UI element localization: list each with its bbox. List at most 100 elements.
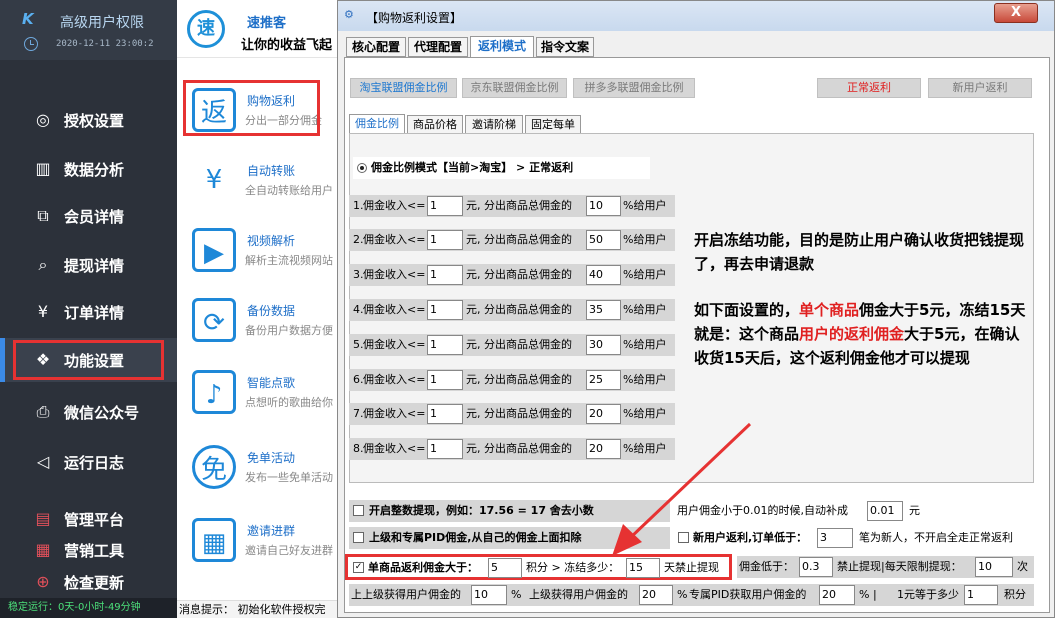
pid-deduct-option[interactable]: 上级和专属PID佣金,从自己的佣金上面扣除 bbox=[349, 527, 670, 549]
feature-transfer[interactable]: ¥ 自动转账 全自动转账给用户 bbox=[177, 150, 342, 220]
tier-row: 8. 佣金收入<= 1 元, 分出商品总佣金的 20 %给用户 bbox=[349, 438, 675, 460]
receipt-icon: ¥ bbox=[37, 302, 49, 321]
tier-label: 佣金收入<= bbox=[363, 233, 426, 246]
dialog-title: 【购物返利设置】 bbox=[366, 11, 463, 25]
sidebar-item-logs[interactable]: ◁ 运行日志 bbox=[0, 440, 177, 484]
new-user-rebate-button[interactable]: 新用户返利 bbox=[928, 78, 1032, 98]
taobao-ratio-button[interactable]: 淘宝联盟佣金比例 bbox=[350, 78, 457, 98]
subtab-commission-ratio[interactable]: 佣金比例 bbox=[349, 114, 405, 134]
tier-mid: 元, 分出商品总佣金的 bbox=[466, 199, 572, 212]
tab-rebate-mode[interactable]: 返利模式 bbox=[470, 36, 534, 58]
app-logo-icon: K bbox=[22, 10, 34, 28]
tier-percent-input[interactable]: 35 bbox=[586, 300, 621, 320]
auto-fill-input[interactable]: 0.01 bbox=[867, 501, 903, 521]
tools-icon: ▦ bbox=[35, 540, 51, 559]
note-highlight: 单个商品 bbox=[799, 301, 860, 319]
active-indicator bbox=[0, 338, 5, 382]
tier-amount-input[interactable]: 1 bbox=[427, 335, 463, 355]
tier-percent-input[interactable]: 40 bbox=[586, 265, 621, 285]
subtab-invite-ladder[interactable]: 邀请阶梯 bbox=[465, 115, 523, 134]
tier-percent-input[interactable]: 30 bbox=[586, 335, 621, 355]
tier-index: 6. bbox=[353, 373, 364, 386]
brand-name: 速推客 bbox=[247, 16, 287, 31]
close-button[interactable]: X bbox=[994, 3, 1038, 23]
sidebar-item-wechat[interactable]: ⎙ 微信公众号 bbox=[0, 390, 177, 434]
option-unit: % bbox=[677, 588, 688, 601]
brand-logo-icon: 速 bbox=[187, 10, 225, 48]
tier-amount-input[interactable]: 1 bbox=[427, 439, 463, 459]
checkbox-icon[interactable] bbox=[678, 532, 689, 543]
feature-backup[interactable]: ⟳ 备份数据 备份用户数据方便 bbox=[177, 290, 342, 360]
subtab-price[interactable]: 商品价格 bbox=[407, 115, 463, 134]
music-icon: ♪ bbox=[192, 370, 236, 414]
free-icon: 免 bbox=[192, 445, 236, 489]
radio-selected-icon bbox=[357, 163, 367, 173]
tier-percent-input[interactable]: 20 bbox=[586, 439, 621, 459]
tier-amount-input[interactable]: 1 bbox=[427, 230, 463, 250]
feature-free-order[interactable]: 免免单活动 发布一些免单活动 bbox=[177, 437, 342, 507]
tier-row: 4. 佣金收入<= 1 元, 分出商品总佣金的 35 %给用户 bbox=[349, 299, 675, 321]
tier-amount-input[interactable]: 1 bbox=[427, 265, 463, 285]
update-icon: ⊕ bbox=[36, 572, 50, 591]
feature-desc: 邀请自己好友进群 bbox=[245, 544, 333, 557]
tier-label: 佣金收入<= bbox=[363, 199, 426, 212]
note-paragraph: 就是：这个商品用户的返利佣金大于5元，在确认收货15天后，这个返利佣金他才可以提… bbox=[694, 322, 1034, 370]
checkbox-checked-icon[interactable]: ✓ bbox=[353, 562, 364, 573]
tier-amount-input[interactable]: 1 bbox=[427, 196, 463, 216]
pdd-ratio-button[interactable]: 拼多多联盟佣金比例 bbox=[573, 78, 695, 98]
points-input[interactable]: 1 bbox=[964, 585, 998, 605]
daily-limit-input[interactable]: 10 bbox=[975, 557, 1013, 577]
tab-core[interactable]: 核心配置 bbox=[346, 37, 406, 57]
new-user-input[interactable]: 3 bbox=[817, 528, 853, 548]
note-text: 就是：这个商品 bbox=[694, 325, 800, 343]
sidebar-item-label: 营销工具 bbox=[64, 541, 125, 560]
checkbox-icon[interactable] bbox=[353, 505, 364, 516]
mode-radio[interactable]: 佣金比例模式【当前>淘宝】 > 正常返利 bbox=[353, 157, 650, 179]
tier-percent-input[interactable]: 20 bbox=[586, 404, 621, 424]
feature-desc: 备份用户数据方便 bbox=[245, 324, 333, 337]
grand-parent-input[interactable]: 10 bbox=[471, 585, 507, 605]
feature-song[interactable]: ♪ 智能点歌 点想听的歌曲给你 bbox=[177, 362, 342, 432]
sidebar-item-analytics[interactable]: ▥ 数据分析 bbox=[0, 147, 177, 191]
globe-icon: ◎ bbox=[36, 110, 50, 129]
level-commission-row: 上上级获得用户佣金的 10 % 上级获得用户佣金的 20 % 专属PID获取用户… bbox=[349, 584, 1034, 606]
subtab-fixed[interactable]: 固定每单 bbox=[525, 115, 581, 134]
sidebar-item-auth[interactable]: ◎ 授权设置 bbox=[0, 98, 177, 142]
tier-percent-input[interactable]: 25 bbox=[586, 370, 621, 390]
freeze-amount-input[interactable]: 5 bbox=[488, 558, 522, 578]
sidebar-item-members[interactable]: ⧉ 会员详情 bbox=[0, 194, 177, 238]
checkbox-icon[interactable] bbox=[353, 532, 364, 543]
tier-suffix: %给用户 bbox=[623, 233, 667, 246]
tier-mid: 元, 分出商品总佣金的 bbox=[466, 268, 572, 281]
sidebar: K 高级用户权限 2020-12-11 23:00:2 ◎ 授权设置 ▥ 数据分析 … bbox=[0, 0, 177, 618]
parent-input[interactable]: 20 bbox=[639, 585, 673, 605]
freeze-days-input[interactable]: 15 bbox=[626, 558, 660, 578]
sidebar-item-withdraw[interactable]: ⌕ 提现详情 bbox=[0, 243, 177, 287]
tab-command-text[interactable]: 指令文案 bbox=[536, 37, 594, 57]
new-user-option[interactable]: 新用户返利,订单低于： 3 笔为新人，不开启全走正常返利 bbox=[675, 527, 1034, 549]
round-withdraw-option[interactable]: 开启整数提现，例如：17.56 = 17 舍去小数 bbox=[349, 500, 670, 522]
feature-invite[interactable]: ▦ 邀请进群 邀请自己好友进群 bbox=[177, 510, 342, 580]
tier-amount-input[interactable]: 1 bbox=[427, 300, 463, 320]
normal-rebate-button[interactable]: 正常返利 bbox=[817, 78, 921, 98]
option-unit: 次 bbox=[1017, 560, 1028, 573]
tier-amount-input[interactable]: 1 bbox=[427, 370, 463, 390]
feature-video[interactable]: ▶ 视频解析 解析主流视频网站 bbox=[177, 220, 342, 290]
sidebar-item-orders[interactable]: ¥ 订单详情 bbox=[0, 290, 177, 334]
mode-label: 佣金比例模式【当前>淘宝】 > 正常返利 bbox=[371, 161, 574, 174]
jd-ratio-button[interactable]: 京东联盟佣金比例 bbox=[462, 78, 567, 98]
pid-input[interactable]: 20 bbox=[819, 585, 855, 605]
app-icon: ⚙ bbox=[344, 8, 354, 21]
option-unit: 元 bbox=[909, 504, 920, 517]
tier-suffix: %给用户 bbox=[623, 373, 667, 386]
low-commission-input[interactable]: 0.3 bbox=[799, 557, 833, 577]
note-paragraph: 开启冻结功能，目的是防止用户确认收货把钱提现了，再去申请退款 bbox=[694, 231, 1025, 273]
tier-percent-input[interactable]: 10 bbox=[586, 196, 621, 216]
tab-agent[interactable]: 代理配置 bbox=[408, 37, 468, 57]
tier-amount-input[interactable]: 1 bbox=[427, 404, 463, 424]
speaker-icon: ◁ bbox=[36, 452, 50, 471]
tier-percent-input[interactable]: 50 bbox=[586, 230, 621, 250]
video-icon: ▶ bbox=[192, 228, 236, 272]
freeze-option[interactable]: ✓ 单商品返利佣金大于： 5 积分 > 冻结多少： 15 天禁止提现 bbox=[345, 554, 732, 580]
tier-suffix: %给用户 bbox=[623, 338, 667, 351]
